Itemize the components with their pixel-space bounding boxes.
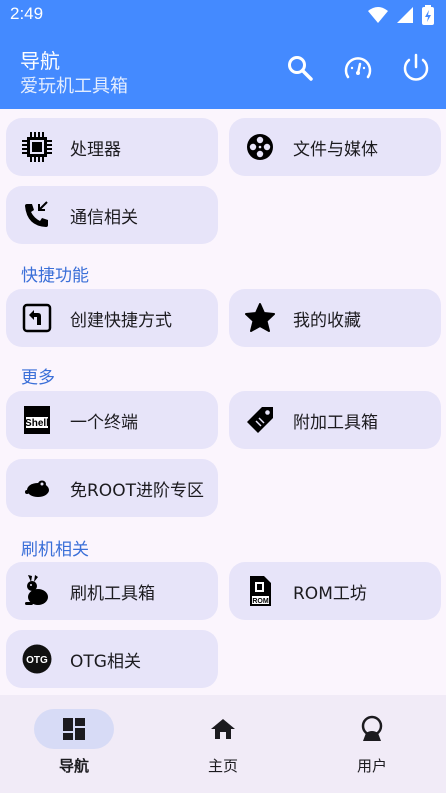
card-label: ROM工坊: [293, 583, 367, 604]
nav-item-home[interactable]: 主页: [149, 695, 297, 793]
section-title-more: 更多: [21, 368, 55, 388]
phone-icon: [21, 199, 53, 231]
card-cpu[interactable]: 处理器: [6, 118, 218, 176]
card-label: 创建快捷方式: [70, 310, 172, 331]
cpu-icon: [21, 131, 53, 163]
svg-text:ROM: ROM: [252, 598, 269, 605]
power-button[interactable]: [400, 52, 432, 84]
power-icon: [403, 53, 429, 81]
performance-button[interactable]: [342, 52, 374, 84]
card-terminal[interactable]: Shell 一个终端: [6, 391, 218, 449]
nav-pill: [34, 709, 114, 749]
card-label: 附加工具箱: [293, 412, 378, 433]
search-icon: [288, 56, 313, 81]
main-content: 处理器 文件与媒体 通信相关 快捷功能 创建快捷方式 我的收藏 更多 Shell…: [0, 109, 446, 695]
status-bar: 2:49: [0, 0, 446, 30]
card-label: 刷机工具箱: [70, 583, 155, 604]
status-icons: [368, 5, 434, 25]
card-label: OTG相关: [70, 651, 141, 672]
nav-pill: [183, 709, 263, 749]
search-button[interactable]: [284, 52, 316, 84]
card-rom-workshop[interactable]: ROM ROM工坊: [229, 562, 441, 620]
nav-pill: [332, 709, 412, 749]
section-title-flashing: 刷机相关: [21, 540, 89, 560]
user-icon: [361, 715, 383, 741]
nav-item-navigation[interactable]: 导航: [0, 695, 148, 793]
nav-label: 主页: [207, 757, 238, 775]
speedometer-icon: [344, 57, 372, 79]
svg-text:OTG: OTG: [26, 655, 48, 666]
card-files-media[interactable]: 文件与媒体: [229, 118, 441, 176]
wifi-icon: [368, 7, 388, 23]
card-create-shortcut[interactable]: 创建快捷方式: [6, 289, 218, 347]
card-otg[interactable]: OTG OTG相关: [6, 630, 218, 688]
status-time: 2:49: [10, 4, 44, 23]
rabbit-icon: [21, 575, 53, 607]
nav-label: 用户: [356, 757, 387, 775]
star-icon: [244, 302, 276, 334]
svg-text:Shell: Shell: [25, 418, 49, 429]
dashboard-icon: [63, 718, 85, 740]
shortcut-icon: [21, 302, 53, 334]
nav-label: 导航: [58, 757, 89, 775]
otg-icon: OTG: [21, 643, 53, 675]
card-communication[interactable]: 通信相关: [6, 186, 218, 244]
card-label: 免ROOT进阶专区: [70, 480, 204, 501]
rom-file-icon: ROM: [244, 575, 276, 607]
mouse-icon: [21, 472, 53, 504]
card-favorites[interactable]: 我的收藏: [229, 289, 441, 347]
card-label: 文件与媒体: [293, 139, 378, 160]
home-icon: [211, 719, 235, 739]
card-label: 通信相关: [70, 207, 138, 228]
app-subtitle: 爱玩机工具箱: [20, 76, 128, 97]
page-title: 导航: [20, 49, 60, 73]
section-title-shortcuts: 快捷功能: [21, 266, 89, 286]
app-actions: [284, 52, 432, 84]
card-label: 处理器: [70, 139, 121, 160]
card-flash-toolbox[interactable]: 刷机工具箱: [6, 562, 218, 620]
film-reel-icon: [244, 131, 276, 163]
card-label: 一个终端: [70, 412, 138, 433]
shell-icon: Shell: [21, 404, 53, 436]
card-addon-toolbox[interactable]: 附加工具箱: [229, 391, 441, 449]
app-bar: 导航 爱玩机工具箱: [0, 30, 446, 109]
signal-icon: [397, 7, 413, 23]
bottom-navigation: 导航 主页 用户: [0, 695, 446, 793]
card-noroot-advanced[interactable]: 免ROOT进阶专区: [6, 459, 218, 517]
nav-item-user[interactable]: 用户: [298, 695, 446, 793]
card-label: 我的收藏: [293, 310, 361, 331]
battery-icon: [422, 5, 434, 25]
tag-icon: [244, 404, 276, 436]
